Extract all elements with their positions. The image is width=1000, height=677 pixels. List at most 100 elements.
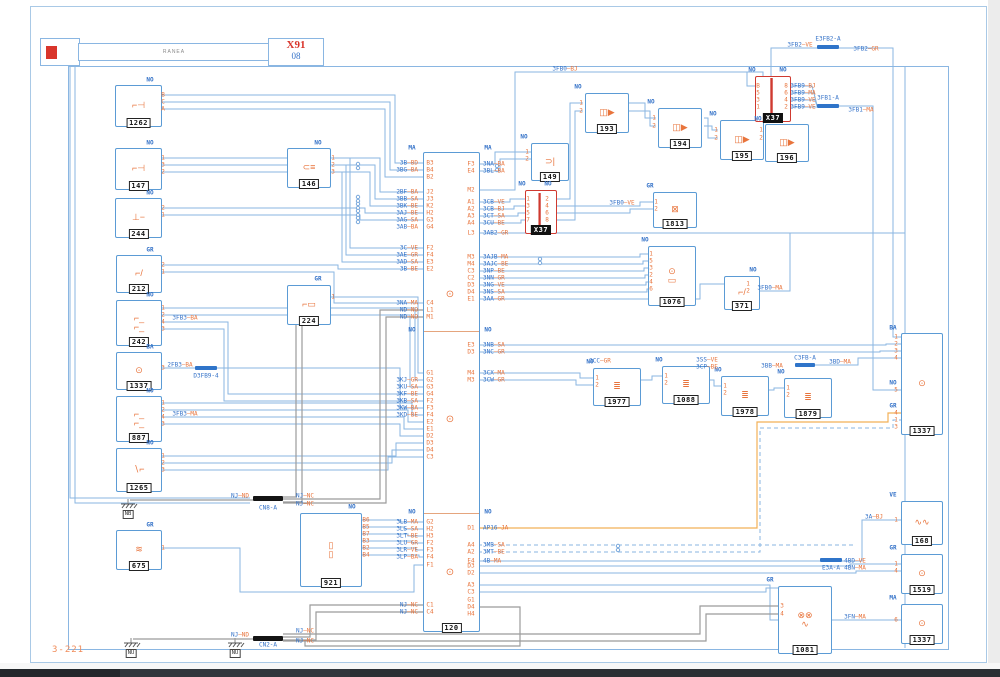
ecu-wire-label: 3B–BD bbox=[399, 159, 418, 167]
ecu-pin: G1 bbox=[426, 369, 434, 377]
component-1337: ⊙ 1337 bbox=[901, 604, 943, 645]
component-224: ⌐▭ 224 bbox=[287, 285, 331, 326]
pin-label: 2 bbox=[161, 459, 165, 467]
ecu-pin: A3 bbox=[467, 212, 475, 220]
pin-label: 2 bbox=[894, 340, 898, 348]
ecu-connector-label: NO bbox=[408, 326, 416, 334]
wire-label: 3A–BJ bbox=[864, 513, 884, 521]
pin-label: 4 bbox=[649, 278, 653, 286]
connector-label: BA bbox=[889, 324, 897, 332]
pin-label: 1 bbox=[786, 384, 790, 392]
component-icon: ⊗⊗ ∿ bbox=[797, 609, 813, 629]
wire-label: NJ–ND bbox=[230, 631, 250, 639]
pin-label: 2 bbox=[786, 391, 790, 399]
sheet-code: X91 bbox=[286, 39, 306, 51]
ecu-pin: A4 bbox=[467, 541, 475, 549]
ecu-pin: E3 bbox=[467, 341, 475, 349]
ecu-pin: E2 bbox=[426, 265, 434, 273]
pin-label: 2 bbox=[664, 379, 668, 387]
component-675: ≋ 675 bbox=[116, 530, 162, 571]
ecu-connector-label: NO bbox=[484, 508, 492, 516]
connector-label: NO bbox=[574, 83, 582, 91]
connector-label: NO bbox=[779, 66, 787, 74]
connector-label: NO bbox=[146, 189, 154, 197]
ecu-pin: L1 bbox=[426, 306, 434, 314]
pin-label: 3 bbox=[894, 423, 898, 431]
wiring-diagram-page: ⌐⊣ 1262 NO B C A ⌐⊣ 147 NO 1 3 2 ⊥− 244 NO 2 1 ⌐/212 GR 2 1 ⌐… bbox=[0, 0, 1000, 677]
pin-label: 5 bbox=[526, 209, 530, 217]
ground-label: NU bbox=[229, 649, 241, 658]
pin-label: 1 bbox=[161, 211, 165, 219]
header-cell: RANEA bbox=[78, 43, 270, 61]
wire-label: 3FB3–MA bbox=[172, 410, 198, 418]
wire-label: 3FB1–MA bbox=[848, 106, 874, 114]
ecu-pin: A2 bbox=[467, 548, 475, 556]
pin-label: 3 bbox=[161, 420, 165, 428]
ecu-pin: B4 bbox=[426, 166, 434, 174]
ecu-pin: G2 bbox=[426, 518, 434, 526]
ecu-pin: H3 bbox=[426, 532, 434, 540]
connector-label: GR bbox=[146, 521, 154, 529]
connector-label: NO bbox=[655, 356, 663, 364]
component-147: ⌐⊣ 147 bbox=[115, 148, 162, 191]
ecu-wire-label: 3NG–VE bbox=[483, 281, 505, 289]
connector-label: GR bbox=[314, 275, 322, 283]
component-1519: ⊙ 1519 bbox=[901, 554, 943, 595]
logo-cell bbox=[40, 38, 80, 66]
ecu-pin: C4 bbox=[426, 299, 434, 307]
component-label: 168 bbox=[911, 536, 933, 546]
ecu-pin: D2 bbox=[426, 432, 434, 440]
pin-label: 2 bbox=[161, 168, 165, 176]
ecu-pin: A2 bbox=[467, 205, 475, 213]
component-label: 1977 bbox=[604, 397, 630, 407]
pin-label: 1 bbox=[525, 148, 529, 156]
ecu-wire-label: 3CB–VE bbox=[483, 198, 505, 206]
inline-connector-label: C3FB-A bbox=[794, 354, 816, 362]
pin-label: 2 bbox=[579, 107, 583, 115]
taskbar-segment[interactable] bbox=[0, 669, 120, 677]
inline-connector-label: E3A-A bbox=[821, 564, 841, 572]
pin-label: 2 bbox=[545, 195, 549, 203]
pin-label: 1 bbox=[161, 154, 165, 162]
brand-logo bbox=[46, 46, 57, 59]
ecu-wire-label: 3KF–BE bbox=[396, 390, 418, 398]
ecu-pin: E2 bbox=[426, 418, 434, 426]
pin-label: 1 bbox=[746, 280, 750, 288]
ecu-wire-label: 3NS–SA bbox=[483, 288, 505, 296]
ecu-pin: A4 bbox=[467, 219, 475, 227]
wire-label: 3FB2–GR bbox=[853, 45, 879, 53]
ecu-section-divider bbox=[424, 513, 479, 514]
ecu-connector-label: MA bbox=[408, 144, 416, 152]
component-1337: ⊙ 1337 bbox=[116, 352, 162, 391]
ecu-icon: ⊙ bbox=[445, 567, 455, 578]
ecu-wire-label: 3LU–GR bbox=[396, 539, 418, 547]
pin-label: 7 bbox=[526, 216, 530, 224]
pin-label: 6 bbox=[545, 209, 549, 217]
component-label: 371 bbox=[731, 301, 753, 311]
ecu-pin: F3 bbox=[426, 546, 434, 554]
ecu-pin: M4 bbox=[467, 369, 475, 377]
taskbar-segment[interactable] bbox=[350, 669, 1000, 677]
ecu-wire-label: 3NB–SA bbox=[483, 341, 505, 349]
pin-label: 1 bbox=[759, 126, 763, 134]
connector-label: GR bbox=[766, 576, 774, 584]
component-label: 1337 bbox=[909, 426, 935, 436]
pin-label: 2 bbox=[723, 389, 727, 397]
ecu-connector-label: NO bbox=[484, 326, 492, 334]
taskbar-segment[interactable] bbox=[120, 669, 350, 677]
wire-label: 3FB9–MA bbox=[790, 89, 816, 97]
pin-label: 1 bbox=[161, 452, 165, 460]
ecu-pin: G2 bbox=[426, 376, 434, 384]
wire-label: 2FB3–BA bbox=[167, 361, 193, 369]
pin-label: 2 bbox=[652, 122, 656, 130]
taskbar[interactable] bbox=[0, 669, 1000, 677]
component-1265: ∖⌐ 1265 bbox=[116, 448, 162, 493]
pin-label: 2 bbox=[331, 161, 335, 169]
component-label: 675 bbox=[128, 561, 150, 571]
pin-label: 2 bbox=[161, 311, 165, 319]
pin-label: 1 bbox=[723, 382, 727, 390]
pin-label: 2 bbox=[759, 134, 763, 142]
connector-label: NO bbox=[520, 133, 528, 141]
ecu-wire-label: 3NA–BA bbox=[483, 160, 505, 168]
pin-label: 2 bbox=[161, 406, 165, 414]
